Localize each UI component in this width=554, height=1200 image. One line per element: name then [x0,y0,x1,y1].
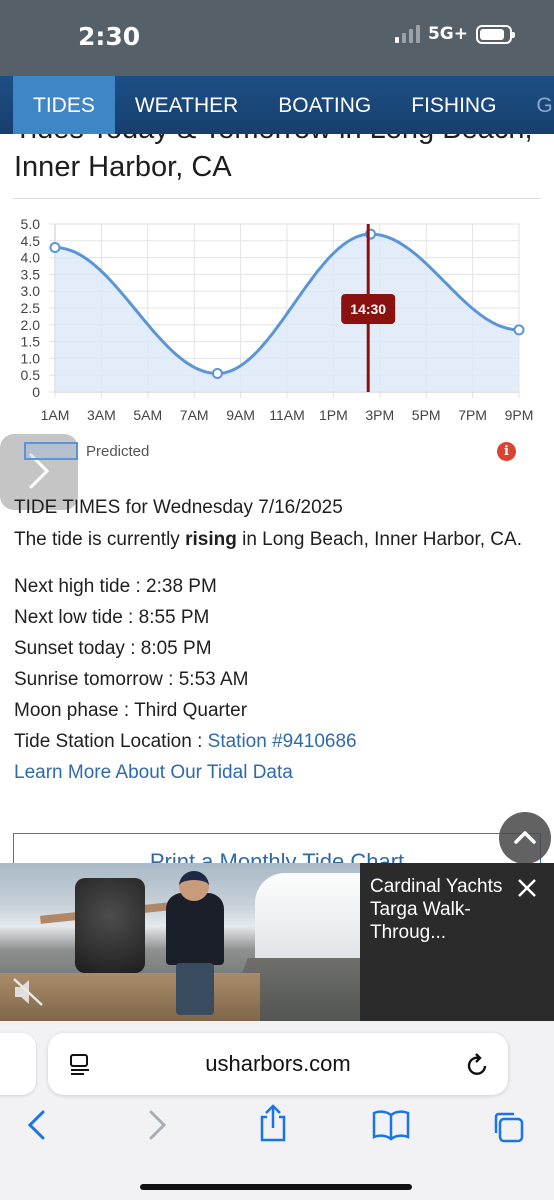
tide-state: rising [185,529,237,550]
x-tick-label: 9AM [226,407,255,423]
home-indicator [140,1184,412,1190]
back-icon[interactable] [24,1109,50,1141]
row-moon-phase: Moon phase : Third Quarter [14,700,248,721]
tide-info-rows: Next high tide : 2:38 PM Next low tide :… [14,571,544,788]
x-tick-label: 5AM [133,407,162,423]
tide-chart: 14:30 00.51.01.52.02.53.03.54.04.55.0 1A… [21,216,534,423]
battery-icon [476,24,515,44]
tab-fishing[interactable]: FISHING [391,76,516,134]
tide-info: TIDE TIMES for Wednesday 7/16/2025 The t… [14,494,544,788]
tide-status-text: The tide is currently rising in Long Bea… [14,524,544,555]
video-title: Cardinal Yachts Targa Walk-Throug... [370,876,503,943]
tab-tides[interactable]: TIDES [13,76,115,134]
tabs-icon[interactable] [490,1109,526,1145]
chart-legend: Predicted [24,442,149,460]
status-time: 2:30 [78,22,141,51]
x-tick-label: 7AM [180,407,209,423]
row-value: 8:55 PM [138,607,210,628]
y-axis-ticks: 00.51.01.52.02.53.03.54.04.55.0 [21,216,41,400]
signal-icon [394,25,420,43]
site-nav: TIDES WEATHER BOATING FISHING G [0,76,554,134]
legend-label: Predicted [86,442,150,460]
y-tick-label: 3.5 [21,266,41,282]
person-legs [176,963,214,1015]
y-tick-label: 0 [32,384,40,400]
forward-icon[interactable] [144,1109,170,1141]
row-sunrise: Sunrise tomorrow : 5:53 AM [14,669,249,690]
current-time-label: 14:30 [350,301,386,317]
video-thumbnail[interactable] [0,863,360,1021]
engine-shape [75,878,145,973]
y-tick-label: 0.5 [21,367,41,383]
status-indicators: 5G+ [394,24,515,44]
x-tick-label: 1PM [319,407,348,423]
row-next-high: Next high tide : 2:38 PM [14,576,217,597]
row-label: Next low tide [14,607,123,628]
y-tick-label: 1.5 [21,334,41,350]
video-player[interactable]: Cardinal Yachts Targa Walk-Throug... [0,863,554,1021]
learn-more-link[interactable]: Learn More About Our Tidal Data [14,757,544,788]
y-tick-label: 3.0 [21,283,41,299]
row-value: Third Quarter [134,700,248,721]
page-title-container: Tides Today & Tomorrow in Long Beach, In… [0,134,554,198]
y-tick-label: 2.0 [21,317,41,333]
tide-times-title: TIDE TIMES for Wednesday 7/16/2025 [14,497,343,518]
tab-boating[interactable]: BOATING [258,76,391,134]
row-label: Sunset today [14,638,125,659]
share-icon[interactable] [258,1103,288,1143]
divider [13,198,541,199]
y-tick-label: 4.5 [21,233,41,249]
y-tick-label: 5.0 [21,216,41,232]
chevron-up-icon [514,831,536,844]
x-tick-label: 3PM [365,407,394,423]
row-label: Sunrise tomorrow [14,669,163,690]
tide-status-prefix: The tide is currently [14,529,186,550]
mute-icon[interactable] [12,977,46,1007]
data-point [513,324,525,336]
y-tick-label: 1.0 [21,350,41,366]
close-icon[interactable] [516,877,538,899]
x-axis-ticks: 1AM 3AM 5AM 7AM 9AM 11AM 1PM 3PM 5PM 7PM 9PM [41,407,534,423]
x-tick-label: 5PM [412,407,441,423]
row-station: Tide Station Location : Station #9410686 [14,731,357,752]
tab-more[interactable]: G [516,76,554,134]
row-label: Moon phase [14,700,119,721]
data-point [49,242,61,254]
bookmarks-icon[interactable] [372,1109,410,1141]
y-tick-label: 2.5 [21,300,41,316]
row-value: 5:53 AM [178,669,249,690]
info-icon[interactable]: i [497,442,516,461]
x-tick-label: 3AM [87,407,116,423]
x-tick-label: 1AM [41,407,70,423]
scroll-to-top-button[interactable] [499,812,551,864]
reload-icon[interactable] [464,1052,490,1078]
y-tick-label: 4.0 [21,250,41,266]
data-point [211,368,223,380]
station-link[interactable]: Station #9410686 [208,731,357,752]
person-head [179,871,209,901]
status-bar: 2:30 5G+ [0,0,554,76]
x-tick-label: 11AM [269,407,305,423]
row-sunset: Sunset today : 8:05 PM [14,638,212,659]
address-bar[interactable]: usharbors.com [48,1033,508,1095]
tab-weather[interactable]: WEATHER [115,76,258,134]
tide-status-suffix: in Long Beach, Inner Harbor, CA. [236,529,522,550]
browser-chrome: usharbors.com [0,1021,554,1200]
url-text: usharbors.com [205,1051,351,1076]
row-next-low: Next low tide : 8:55 PM [14,607,210,628]
row-value: 8:05 PM [140,638,212,659]
browser-toolbar [0,1104,554,1149]
network-label: 5G+ [427,24,468,44]
page-title: Tides Today & Tomorrow in Long Beach, In… [14,134,533,183]
legend-swatch [24,442,78,460]
person-body [166,893,224,965]
battery-level [480,28,504,40]
previous-tab-preview[interactable] [0,1033,36,1095]
x-tick-label: 9PM [505,407,534,423]
row-label: Tide Station Location [14,731,192,752]
row-label: Next high tide [14,576,131,597]
x-tick-label: 7PM [458,407,487,423]
row-value: 2:38 PM [146,576,217,597]
